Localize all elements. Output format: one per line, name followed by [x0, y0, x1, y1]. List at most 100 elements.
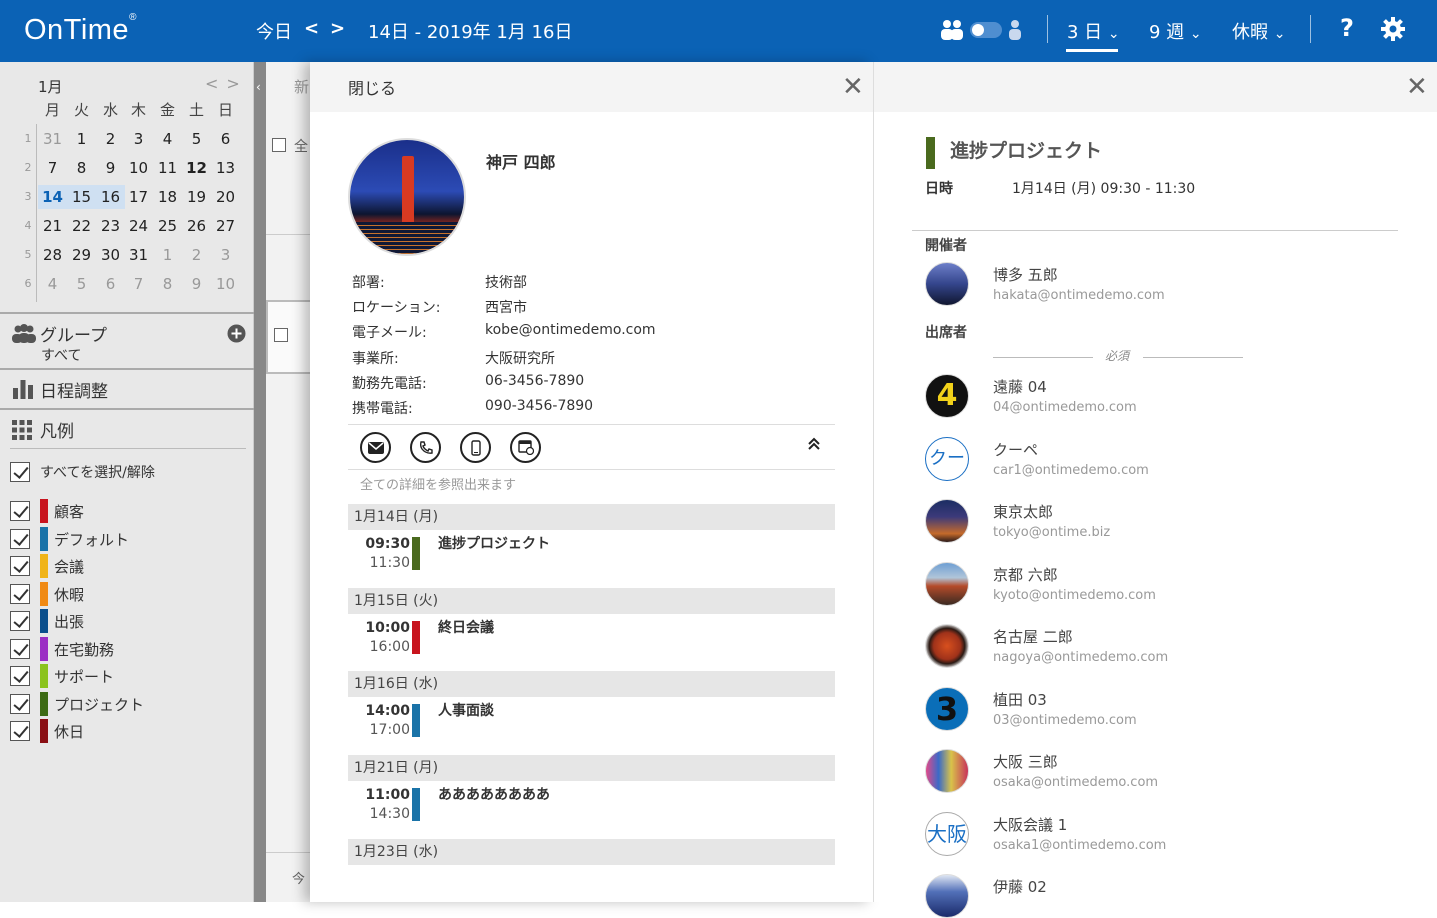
calendar-day[interactable]: 7: [38, 156, 67, 180]
mobile-phone-icon[interactable]: [460, 432, 491, 463]
view-toggle[interactable]: [970, 22, 1002, 38]
event-title[interactable]: 進捗プロジェクト: [438, 533, 550, 553]
attendee-avatar[interactable]: 大阪: [925, 811, 969, 856]
calendar-day[interactable]: 8: [67, 156, 96, 180]
calendar-day[interactable]: 6: [96, 272, 125, 296]
email-icon[interactable]: [360, 432, 391, 463]
calendar-day[interactable]: 30: [96, 243, 125, 267]
calendar-day[interactable]: 12: [182, 156, 211, 180]
event-title[interactable]: ああああああああ: [438, 784, 550, 804]
attendee-name[interactable]: 大阪 三郎: [993, 751, 1058, 772]
field-value[interactable]: kobe@ontimedemo.com: [485, 322, 656, 338]
schedule-section[interactable]: 日程調整: [0, 368, 254, 408]
checkbox[interactable]: [10, 462, 30, 482]
phone-icon[interactable]: [410, 432, 441, 463]
event-title[interactable]: 人事面談: [438, 700, 494, 720]
calendar-day[interactable]: 24: [124, 214, 153, 238]
calendar-day[interactable]: 3: [124, 127, 153, 151]
attendee-name[interactable]: 名古屋 二郎: [993, 626, 1073, 647]
attendee-name[interactable]: 京都 六郎: [993, 564, 1058, 585]
attendee-name[interactable]: 伊藤 02: [993, 876, 1047, 897]
calendar-day[interactable]: 20: [211, 185, 240, 209]
calendar-day[interactable]: 19: [182, 185, 211, 209]
attendee-avatar[interactable]: [925, 874, 969, 918]
week-number[interactable]: 3: [22, 190, 34, 203]
calendar-day[interactable]: 4: [38, 272, 67, 296]
gear-icon[interactable]: [1380, 16, 1406, 42]
organizer-avatar[interactable]: [925, 262, 969, 306]
calendar-day[interactable]: 11: [153, 156, 182, 180]
nine-week-view-button[interactable]: 9 週 ⌄: [1149, 18, 1202, 44]
group-view-icon[interactable]: [940, 19, 964, 41]
calendar-day[interactable]: 10: [124, 156, 153, 180]
attendee-avatar[interactable]: [925, 624, 969, 668]
calendar-day[interactable]: 16: [96, 185, 125, 209]
calendar-day[interactable]: 31: [124, 243, 153, 267]
calendar-day[interactable]: 2: [96, 127, 125, 151]
calendar-day[interactable]: 13: [211, 156, 240, 180]
calendar-day[interactable]: 15: [67, 185, 96, 209]
close-link[interactable]: 閉じる: [348, 75, 396, 99]
calendar-day[interactable]: 8: [153, 272, 182, 296]
calendar-day[interactable]: 9: [96, 156, 125, 180]
calendar-day[interactable]: 26: [182, 214, 211, 238]
calendar-day[interactable]: 1: [67, 127, 96, 151]
view-all-details-link[interactable]: 全ての詳細を参照出来ます: [360, 474, 516, 493]
attendee-avatar[interactable]: [925, 749, 969, 793]
today-button[interactable]: 今日: [256, 18, 292, 44]
checkbox[interactable]: [10, 721, 30, 741]
ontime-logo[interactable]: OnTime®: [24, 12, 137, 47]
checkbox[interactable]: [10, 638, 30, 659]
checkbox[interactable]: [10, 583, 30, 604]
attendee-name[interactable]: クーペ: [993, 439, 1038, 460]
organizer-name[interactable]: 博多 五郎: [993, 264, 1058, 285]
help-icon[interactable]: ?: [1340, 14, 1354, 42]
mini-prev-icon[interactable]: <: [205, 74, 226, 93]
calendar-day[interactable]: 9: [182, 272, 211, 296]
event-title[interactable]: 終日会議: [438, 617, 494, 637]
calendar-day[interactable]: 29: [67, 243, 96, 267]
attendee-avatar[interactable]: [925, 499, 969, 543]
calendar-day[interactable]: 4: [153, 127, 182, 151]
attendee-name[interactable]: 遠藤 04: [993, 376, 1047, 397]
close-icon[interactable]: ✕: [1406, 74, 1428, 100]
calendar-day[interactable]: 6: [211, 127, 240, 151]
calendar-day[interactable]: 27: [211, 214, 240, 238]
collapse-strip[interactable]: ‹: [254, 62, 266, 902]
checkbox[interactable]: [10, 556, 30, 576]
calendar-day[interactable]: 17: [124, 185, 153, 209]
mini-next-icon[interactable]: >: [226, 74, 247, 93]
legend-section[interactable]: 凡例: [0, 408, 254, 448]
calendar-add-icon[interactable]: [510, 432, 541, 463]
calendar-day[interactable]: 5: [182, 127, 211, 151]
week-number[interactable]: 5: [22, 248, 34, 261]
attendee-name[interactable]: 大阪会議 1: [993, 814, 1067, 835]
attendee-avatar[interactable]: [925, 561, 969, 606]
calendar-day[interactable]: 31: [38, 127, 67, 151]
checkbox[interactable]: [10, 611, 30, 631]
prev-arrow-icon[interactable]: <: [304, 18, 319, 39]
add-group-icon[interactable]: [227, 324, 246, 343]
three-day-view-button[interactable]: 3 日 ⌄: [1067, 18, 1120, 44]
attendee-avatar[interactable]: 4: [925, 374, 969, 418]
checkbox[interactable]: [10, 528, 30, 549]
calendar-day[interactable]: 22: [67, 214, 96, 238]
checkbox[interactable]: [10, 501, 30, 521]
next-arrow-icon[interactable]: >: [330, 18, 345, 39]
checkbox[interactable]: [10, 666, 30, 686]
calendar-day[interactable]: 3: [211, 243, 240, 267]
calendar-day[interactable]: 1: [153, 243, 182, 267]
attendee-avatar[interactable]: クー: [925, 436, 969, 481]
calendar-day[interactable]: 25: [153, 214, 182, 238]
checkbox[interactable]: [10, 693, 30, 714]
calendar-day[interactable]: 10: [211, 272, 240, 296]
attendee-name[interactable]: 植田 03: [993, 689, 1047, 710]
week-number[interactable]: 2: [22, 161, 34, 174]
calendar-day[interactable]: 21: [38, 214, 67, 238]
calendar-day[interactable]: 23: [96, 214, 125, 238]
week-number[interactable]: 6: [22, 277, 34, 290]
week-number[interactable]: 1: [22, 132, 34, 145]
close-icon[interactable]: ✕: [842, 74, 864, 100]
calendar-day[interactable]: 7: [124, 272, 153, 296]
person-view-icon[interactable]: [1008, 19, 1022, 41]
